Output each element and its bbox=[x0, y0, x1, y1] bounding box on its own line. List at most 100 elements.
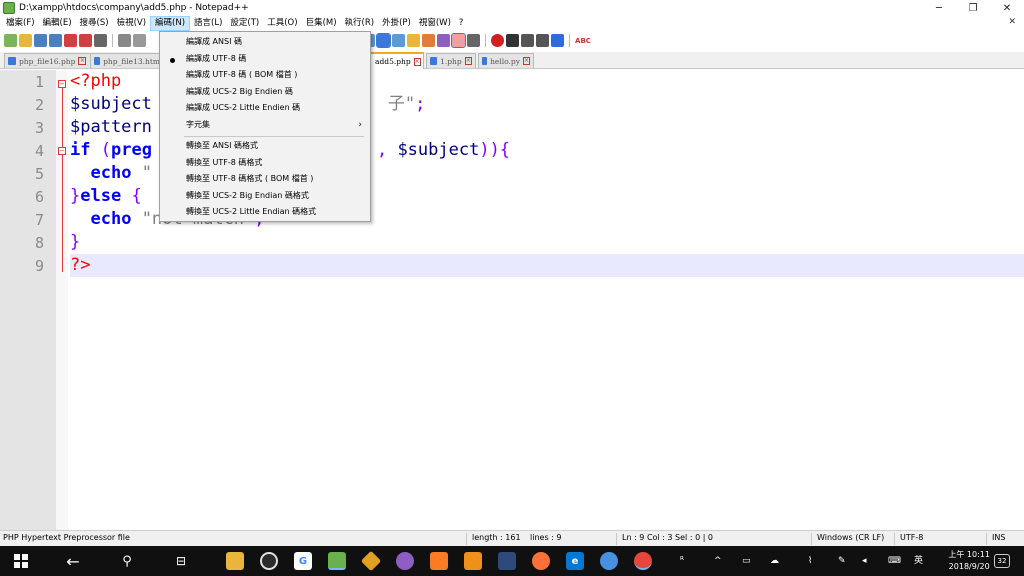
line-number: 2 bbox=[34, 96, 44, 114]
menu-item-encode-utf8[interactable]: 編譯成 UTF-8 碼 bbox=[160, 51, 370, 68]
settings-app-icon[interactable] bbox=[464, 552, 482, 570]
save-macro-icon[interactable] bbox=[551, 34, 564, 47]
git-icon[interactable] bbox=[360, 550, 382, 572]
menu-view[interactable]: 檢視(V) bbox=[113, 16, 150, 31]
all-chars-icon[interactable] bbox=[376, 33, 391, 48]
user-lang-icon[interactable] bbox=[407, 34, 420, 47]
menu-item-encode-utf8-bom[interactable]: 編譯成 UTF-8 碼 ( BOM 檔首 ) bbox=[160, 67, 370, 84]
code-editor[interactable]: 1 2 3 4 5 6 7 8 9 − − <?php $subject 子"; … bbox=[0, 70, 1024, 530]
record-macro-icon[interactable] bbox=[491, 34, 504, 47]
tab-hello-py[interactable]: hello.py × bbox=[478, 53, 534, 68]
menu-item-encode-ucs2-le[interactable]: 編譯成 UCS-2 Little Endien 碼 bbox=[160, 100, 370, 117]
menu-edit[interactable]: 編輯(E) bbox=[39, 16, 76, 31]
line-number: 8 bbox=[34, 234, 44, 252]
doc-map-icon[interactable] bbox=[422, 34, 435, 47]
menu-item-encode-ucs2-be[interactable]: 編譯成 UCS-2 Big Endien 碼 bbox=[160, 84, 370, 101]
close-icon[interactable] bbox=[64, 34, 77, 47]
line-number: 3 bbox=[34, 119, 44, 137]
menu-file[interactable]: 檔案(F) bbox=[2, 16, 39, 31]
menu-language[interactable]: 語言(L) bbox=[190, 16, 226, 31]
menu-item-convert-ucs2-be[interactable]: 轉換至 UCS-2 Big Endian 碼格式 bbox=[160, 188, 370, 205]
open-file-icon[interactable] bbox=[19, 34, 32, 47]
battery-icon[interactable]: ▭ bbox=[742, 546, 751, 576]
submenu-arrow-icon: › bbox=[358, 119, 362, 130]
maximize-button[interactable]: ❐ bbox=[956, 0, 990, 16]
title-bar: D:\xampp\htdocs\company\add5.php - Notep… bbox=[0, 0, 1024, 16]
menu-run[interactable]: 執行(R) bbox=[341, 16, 379, 31]
close-document-icon[interactable]: ✕ bbox=[1008, 17, 1016, 27]
print-icon[interactable] bbox=[94, 34, 107, 47]
line-number: 7 bbox=[34, 211, 44, 229]
stop-macro-icon[interactable] bbox=[506, 34, 519, 47]
notification-center-icon[interactable]: 32 bbox=[994, 554, 1010, 568]
tab-close-icon[interactable]: × bbox=[78, 57, 87, 65]
system-clock[interactable]: 上午 10:11 2018/9/20 bbox=[948, 549, 990, 573]
folder-workspace-icon[interactable] bbox=[451, 33, 466, 48]
google-icon[interactable]: G bbox=[294, 552, 312, 570]
menu-settings[interactable]: 設定(T) bbox=[226, 16, 263, 31]
menu-item-convert-ansi[interactable]: 轉換至 ANSI 碼格式 bbox=[160, 138, 370, 155]
spell-check-icon[interactable]: ABC bbox=[575, 34, 591, 47]
clock-app-icon[interactable] bbox=[260, 552, 278, 570]
task-view-icon[interactable]: ⊟ bbox=[172, 552, 190, 570]
chrome-canary-icon[interactable] bbox=[600, 552, 618, 570]
toolbar-separator bbox=[112, 34, 113, 47]
minimize-button[interactable]: ─ bbox=[922, 0, 956, 16]
menu-tools[interactable]: 工具(O) bbox=[263, 16, 301, 31]
tab-php-file13[interactable]: php_file13.htm bbox=[90, 53, 164, 68]
play-multiple-icon[interactable] bbox=[536, 34, 549, 47]
keyboard-icon[interactable]: ⌨ bbox=[888, 546, 901, 576]
menu-item-convert-utf8[interactable]: 轉換至 UTF-8 碼格式 bbox=[160, 155, 370, 172]
tab-php-file16[interactable]: php_file16.php × bbox=[4, 53, 98, 68]
tray-chevron-icon[interactable]: ^ bbox=[714, 546, 722, 576]
menu-search[interactable]: 搜尋(S) bbox=[76, 16, 113, 31]
menu-window[interactable]: 視窗(W) bbox=[415, 16, 455, 31]
tab-close-icon[interactable]: × bbox=[413, 57, 421, 66]
monitoring-icon[interactable] bbox=[467, 34, 480, 47]
volume-icon[interactable]: ◂ bbox=[862, 546, 867, 576]
menu-help[interactable]: ? bbox=[455, 16, 468, 31]
powershell-icon[interactable] bbox=[498, 552, 516, 570]
indent-guide-icon[interactable] bbox=[392, 34, 405, 47]
tab-close-icon[interactable]: × bbox=[522, 57, 530, 65]
windows-start-icon[interactable] bbox=[12, 552, 30, 570]
tab-add5[interactable]: add5.php × bbox=[368, 52, 424, 69]
cut-icon[interactable] bbox=[118, 34, 131, 47]
tab-1-php[interactable]: 1.php × bbox=[426, 53, 476, 68]
fold-toggle-icon[interactable]: − bbox=[58, 147, 66, 155]
close-all-icon[interactable] bbox=[79, 34, 92, 47]
menu-encoding[interactable]: 編碼(N) bbox=[150, 16, 191, 31]
file-explorer-icon[interactable] bbox=[226, 552, 244, 570]
menu-item-encode-ansi[interactable]: 編譯成 ANSI 碼 bbox=[160, 34, 370, 51]
search-icon[interactable]: ⚲ bbox=[118, 552, 136, 570]
fold-toggle-icon[interactable]: − bbox=[58, 80, 66, 88]
menu-item-convert-utf8-bom[interactable]: 轉換至 UTF-8 碼格式 ( BOM 檔首 ) bbox=[160, 171, 370, 188]
firefox-icon[interactable] bbox=[532, 552, 550, 570]
close-window-button[interactable]: ✕ bbox=[990, 0, 1024, 16]
onedrive-icon[interactable]: ☁ bbox=[770, 546, 779, 576]
people-icon[interactable]: ᴿ bbox=[680, 546, 684, 576]
notepadpp-taskbar-icon[interactable] bbox=[328, 552, 346, 570]
windows-taskbar: ← ⚲ ⊟ G e ᴿ ^ ▭ ☁ ⌇ ✎ ◂ ⌨ 英 上午 10:11 201… bbox=[0, 546, 1024, 576]
menu-item-charset[interactable]: 字元集 › bbox=[160, 117, 370, 134]
menu-separator bbox=[184, 136, 364, 137]
edge-icon[interactable]: e bbox=[566, 552, 584, 570]
xampp-icon[interactable] bbox=[430, 552, 448, 570]
network-icon[interactable]: ⌇ bbox=[808, 546, 812, 576]
save-icon[interactable] bbox=[34, 34, 47, 47]
new-file-icon[interactable] bbox=[4, 34, 17, 47]
back-arrow-icon[interactable]: ← bbox=[64, 552, 82, 571]
save-all-icon[interactable] bbox=[49, 34, 62, 47]
chrome-icon[interactable] bbox=[634, 552, 652, 570]
copy-icon[interactable] bbox=[133, 34, 146, 47]
app-purple-icon[interactable] bbox=[396, 552, 414, 570]
play-macro-icon[interactable] bbox=[521, 34, 534, 47]
function-list-icon[interactable] bbox=[437, 34, 450, 47]
ime-indicator[interactable]: 英 bbox=[914, 546, 923, 576]
menu-plugins[interactable]: 外掛(P) bbox=[378, 16, 415, 31]
menu-macro[interactable]: 巨集(M) bbox=[302, 16, 341, 31]
tab-close-icon[interactable]: × bbox=[464, 57, 472, 65]
menu-item-convert-ucs2-le[interactable]: 轉換至 UCS-2 Little Endian 碼格式 bbox=[160, 204, 370, 221]
status-eol: Windows (CR LF) bbox=[817, 533, 885, 542]
pen-icon[interactable]: ✎ bbox=[838, 546, 846, 576]
